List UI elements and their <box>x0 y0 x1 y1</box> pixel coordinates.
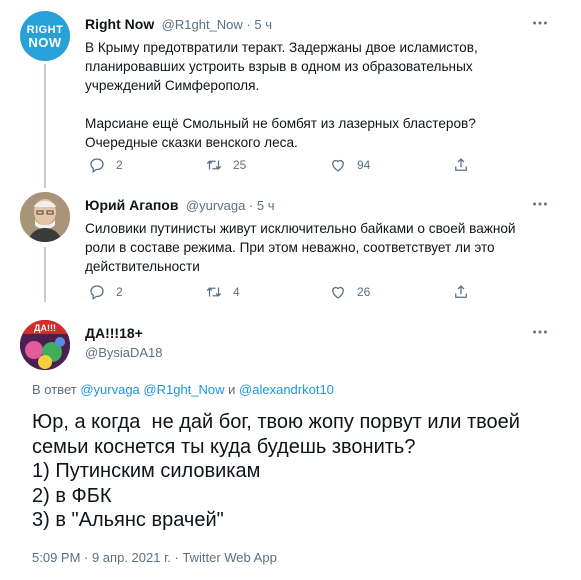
tweet-line: Силовики путинисты живут исключительно б… <box>85 221 516 236</box>
retweet-count: 4 <box>233 285 240 299</box>
avatar-logo-text: RIGHT <box>26 23 64 36</box>
like-button[interactable]: 94 <box>329 156 370 174</box>
share-icon <box>455 158 467 171</box>
tweet-line: Юр, а когда не дай бог, твою жопу порвут… <box>32 411 520 433</box>
share-button[interactable] <box>452 283 470 301</box>
like-count: 26 <box>357 285 371 299</box>
author-handle-time[interactable]: @yurvaga · 5 ч <box>186 198 275 213</box>
reply-and: и <box>228 382 236 397</box>
avatar-bysia[interactable]: ДА!!! <box>20 320 70 370</box>
share-icon <box>455 285 467 298</box>
tweet-line: планировавших устроить взрыв в одном из … <box>85 59 473 74</box>
avatar-right-now[interactable]: RIGHT NOW <box>20 11 70 61</box>
like-button[interactable]: 26 <box>329 283 370 301</box>
thread-line <box>44 64 46 188</box>
tweet-header: Юрий Агапов @yurvaga · 5 ч <box>85 197 275 215</box>
mention-link[interactable]: @yurvaga <box>80 382 139 397</box>
tweet-text: В Крыму предотвратили теракт. Задержаны … <box>85 38 545 152</box>
tweet-line: действительности <box>85 259 200 274</box>
more-menu-icon[interactable] <box>530 322 550 342</box>
tweet-line: 1) Путинским силовикам <box>32 460 261 482</box>
main-tweet-text: Юр, а когда не дай бог, твою жопу порвут… <box>32 410 572 533</box>
svg-text:ДА!!!: ДА!!! <box>34 323 56 333</box>
more-menu-icon[interactable] <box>530 13 550 33</box>
author-handle[interactable]: @BysiaDA18 <box>85 345 163 360</box>
share-button[interactable] <box>452 156 470 174</box>
tweet-line: учреждений Симферополя. <box>85 78 260 93</box>
retweet-count: 25 <box>233 158 247 172</box>
retweet-button[interactable]: 4 <box>205 283 240 301</box>
author-handle-time[interactable]: @R1ght_Now · 5 ч <box>162 17 272 32</box>
avatar-yuri-agapov[interactable] <box>20 192 70 242</box>
tweet-line: 3) в "Альянс врачей" <box>32 509 224 531</box>
tweet-line: Марсиане ещё Смольный не бомбят из лазер… <box>85 116 476 131</box>
reply-icon <box>90 285 104 301</box>
heart-icon <box>332 159 344 172</box>
retweet-button[interactable]: 25 <box>205 156 246 174</box>
reply-prefix: В ответ <box>32 382 77 397</box>
thread-line <box>44 247 46 302</box>
like-count: 94 <box>357 158 371 172</box>
tweet-line: семьи коснется ты куда будешь звонить? <box>32 435 416 458</box>
tweet-timestamp[interactable]: 5:09 PM · 9 апр. 2021 г. · Twitter Web A… <box>32 550 277 565</box>
tweet-header: Right Now @R1ght_Now · 5 ч <box>85 16 272 34</box>
tweet-line: Очередные сказки венского леса. <box>85 135 298 150</box>
reply-button[interactable]: 2 <box>88 156 123 174</box>
reply-count: 2 <box>116 285 123 299</box>
avatar-logo-text: NOW <box>28 34 62 50</box>
retweet-icon <box>206 160 222 170</box>
retweet-icon <box>206 287 222 297</box>
author-name[interactable]: ДА!!!18+ <box>85 325 163 341</box>
tweet-line: роли в составе режима. При этом неважно,… <box>85 240 495 255</box>
author-block: ДА!!!18+ @BysiaDA18 <box>85 325 163 360</box>
mention-link[interactable]: @alexandrkot10 <box>239 382 334 397</box>
heart-icon <box>332 286 344 299</box>
reply-context: В ответ @yurvaga @R1ght_Now и @alexandrk… <box>32 382 334 397</box>
author-name[interactable]: Right Now <box>85 16 154 32</box>
tweet-line: 2) в ФБК <box>32 484 112 507</box>
author-name[interactable]: Юрий Агапов <box>85 197 178 213</box>
reply-count: 2 <box>116 158 123 172</box>
more-menu-icon[interactable] <box>530 194 550 214</box>
mention-link[interactable]: @R1ght_Now <box>143 382 224 397</box>
tweet-line: В Крыму предотвратили теракт. Задержаны … <box>85 40 478 55</box>
tweet-line <box>85 95 545 114</box>
tweet-text: Силовики путинисты живут исключительно б… <box>85 219 555 276</box>
reply-icon <box>90 158 104 174</box>
reply-button[interactable]: 2 <box>88 283 123 301</box>
